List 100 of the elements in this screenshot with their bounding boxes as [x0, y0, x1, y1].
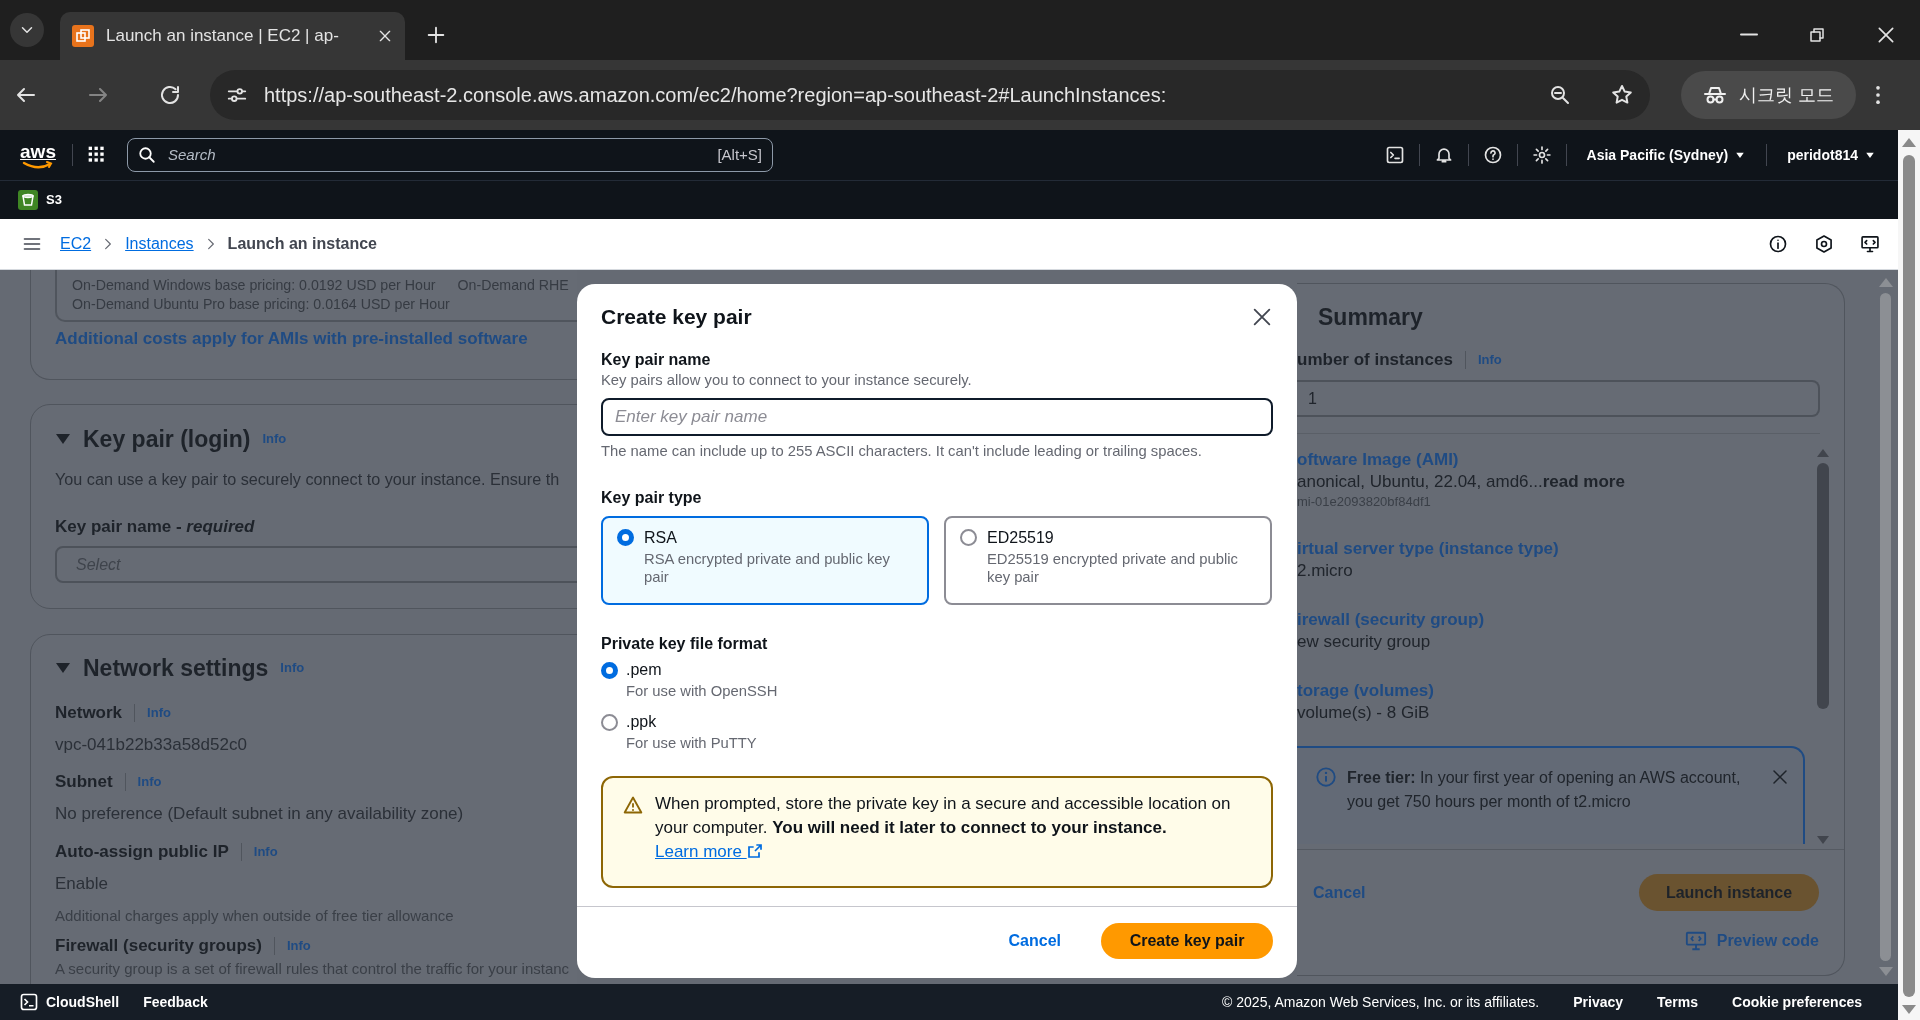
search-bar[interactable]: Search [Alt+S] [127, 138, 773, 172]
radio-button[interactable] [601, 714, 618, 731]
option-label: .ppk [626, 712, 658, 732]
restore-icon [1808, 25, 1826, 44]
field-label: Firewall (security groups) [55, 935, 262, 957]
search-field[interactable]: Search [166, 142, 708, 168]
scroll-up-icon [1817, 449, 1829, 457]
expand-triangle-icon[interactable] [55, 433, 71, 445]
field-label: Auto-assign public IP [55, 841, 229, 863]
summary-title: Summary [1318, 303, 1424, 331]
breadcrumb-link[interactable]: Instances [125, 232, 194, 256]
create-key-pair-button[interactable]: Create key pair [1101, 923, 1273, 959]
summary-value: ew security group [1297, 631, 1432, 653]
option-description: RSA encrypted private and public key pair [644, 550, 891, 586]
summary-value: 2.micro [1297, 560, 1354, 582]
kebab-menu-icon [1876, 86, 1880, 104]
footer-link[interactable]: Terms [1657, 991, 1699, 1013]
incognito-profile-button[interactable]: 시크릿 모드 [1681, 71, 1856, 119]
field-description: Key pairs allow you to connect to your instance securely. [601, 371, 973, 390]
kebab-menu-button[interactable] [1876, 86, 1880, 104]
field-label: Key pair name - required [55, 516, 256, 538]
option-description: For use with OpenSSH [626, 682, 778, 700]
radio-button[interactable] [960, 529, 977, 546]
scrollbar[interactable] [1898, 130, 1920, 1020]
option-label: RSA [644, 528, 678, 548]
close-icon [1876, 24, 1896, 45]
monitor-button[interactable] [1860, 234, 1880, 254]
option-label: ED25519 [987, 528, 1055, 548]
close-button[interactable] [1251, 306, 1273, 328]
expand-triangle-icon[interactable] [55, 662, 71, 674]
services-menu-button[interactable] [87, 145, 107, 165]
free-tier-text: Free tier: In your first year of opening an AWS account, you get 750 hours per month of t2.micro [1347, 768, 1742, 812]
search-icon [138, 146, 156, 164]
breadcrumb-link[interactable]: EC2 [60, 232, 92, 256]
hexagon-icon [1814, 234, 1834, 254]
info-icon [1315, 766, 1337, 788]
reload-button[interactable] [158, 83, 182, 107]
field-help: The name can include up to 255 ASCII characters. It can't include leading or trailing spaces. [601, 442, 1203, 461]
terminal-icon [1384, 145, 1405, 165]
help-button[interactable] [1482, 145, 1503, 165]
dialog-title: Create key pair [601, 304, 752, 330]
browser-tab[interactable]: Launch an instance | EC2 | ap- [60, 12, 405, 60]
favorite-link[interactable]: S3 [18, 190, 62, 210]
smile-icon [22, 160, 54, 169]
learn-more-link[interactable]: Learn more [655, 842, 763, 861]
aws-logo[interactable]: aws [18, 141, 58, 169]
account-menu[interactable]: peridot814 [1781, 143, 1882, 167]
terminal-button[interactable] [1384, 145, 1405, 165]
field-value: vpc-041b22b33a58d52c0 [55, 734, 248, 756]
key-pair-name-field[interactable]: Enter key pair name [601, 398, 1273, 436]
section-title: Key pair (login) [83, 425, 251, 453]
star-icon[interactable] [1610, 83, 1634, 107]
radio-button[interactable] [601, 662, 618, 679]
footer-link[interactable]: Privacy [1573, 991, 1624, 1013]
scrollbar[interactable] [1817, 449, 1829, 844]
info-button[interactable] [1768, 234, 1788, 254]
url-text: https://ap-southeast-2.console.aws.amazon.com/ec2/home?region=ap-southeast-2#LaunchInstances: [264, 83, 1168, 108]
close-icon[interactable] [377, 28, 393, 44]
address-bar[interactable]: https://ap-southeast-2.console.aws.amazon.com/ec2/home?region=ap-southeast-2#LaunchInstances: [210, 70, 1650, 120]
reload-icon [158, 83, 182, 107]
instances-field[interactable]: 1 [1297, 380, 1820, 417]
scroll-up-icon [1902, 138, 1916, 147]
section-title: Network settings [83, 654, 269, 682]
tab-list-button[interactable] [10, 13, 44, 47]
footer-link[interactable]: Cookie preferences [1732, 991, 1862, 1013]
code-monitor-icon [1684, 930, 1707, 952]
copyright-text: © 2025, Amazon Web Services, Inc. or its affiliates. [1222, 992, 1540, 1012]
scroll-down-icon [1878, 967, 1893, 976]
field-label: Network [55, 702, 123, 724]
radio-button[interactable] [617, 529, 634, 546]
terminal-icon [20, 993, 38, 1011]
field-label: Private key file format [601, 634, 769, 654]
field-label: Key pair name [601, 350, 712, 370]
tab-favicon-icon [72, 25, 94, 47]
key-type-option[interactable]: ED25519 ED25519 encrypted private and public key pair [944, 516, 1272, 605]
key-type-option[interactable]: RSA RSA encrypted private and public key pair [601, 516, 929, 605]
cancel-button[interactable]: Cancel [1002, 928, 1067, 954]
cloudshell-link[interactable]: CloudShell [20, 991, 120, 1013]
feedback-link[interactable]: Feedback [143, 991, 208, 1013]
field-value: Enable [55, 873, 109, 895]
grid-icon [87, 145, 107, 165]
field-label: Subnet [55, 771, 113, 793]
read-more-link[interactable]: read more [1542, 472, 1625, 491]
summary-value: volume(s) - 8 GiB [1297, 702, 1431, 724]
option-label: .pem [626, 660, 663, 680]
region-menu[interactable]: Asia Pacific (Sydney) [1580, 143, 1753, 167]
settings-button[interactable] [1531, 145, 1552, 165]
hexagon-button[interactable] [1814, 234, 1834, 254]
zoom-icon[interactable] [1548, 83, 1572, 107]
settings-icon [1531, 145, 1552, 165]
option-description: For use with PuTTY [626, 734, 757, 752]
keyboard-shortcut: [Alt+S] [717, 144, 762, 165]
field-label: Key pair type [601, 488, 703, 508]
tab-title: Launch an instance | EC2 | ap- [106, 25, 340, 48]
close-icon [1251, 306, 1273, 328]
monitor-icon [1860, 234, 1880, 254]
info-icon [1768, 234, 1788, 254]
warning-icon [623, 795, 643, 815]
help-icon [1482, 145, 1503, 165]
minimize-icon [1740, 33, 1758, 37]
